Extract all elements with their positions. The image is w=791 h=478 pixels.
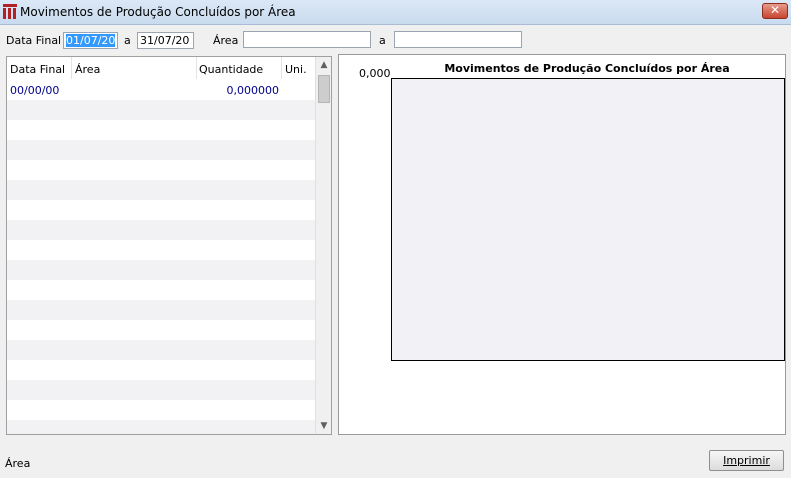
close-icon: ✕ <box>769 3 781 17</box>
table-row[interactable]: 00/00/00 0,000000 <box>7 80 315 100</box>
date-to-input[interactable]: 31/07/20 <box>137 32 194 49</box>
column-divider <box>281 57 282 79</box>
chart-title: Movimentos de Produção Concluídos por Ár… <box>444 62 730 75</box>
column-header-data-final[interactable]: Data Final <box>10 63 65 76</box>
close-button[interactable]: ✕ <box>762 3 788 19</box>
column-header-area[interactable]: Área <box>75 63 100 76</box>
table-row-empty <box>7 360 315 380</box>
table-row-empty <box>7 160 315 180</box>
table-row-empty <box>7 340 315 360</box>
table-row-empty <box>7 300 315 320</box>
grid-vertical-scrollbar[interactable]: ▲ ▼ <box>315 57 331 434</box>
scroll-thumb[interactable] <box>318 75 330 103</box>
date-from-value: 01/07/20 <box>66 34 116 47</box>
table-row-empty <box>7 140 315 160</box>
column-divider <box>196 57 197 79</box>
chart-y-tick-label: 0,000 <box>359 67 391 80</box>
title-bar: Movimentos de Produção Concluídos por Ár… <box>0 0 791 25</box>
table-row-empty <box>7 240 315 260</box>
chart-plot-area <box>391 78 785 361</box>
results-grid[interactable]: Data Final Área Quantidade Uni. 00/00/00… <box>6 56 332 435</box>
print-button[interactable]: Imprimir <box>709 450 784 471</box>
column-divider <box>71 57 72 79</box>
area-range-separator: a <box>379 34 386 47</box>
table-row-empty <box>7 260 315 280</box>
area-from-input[interactable] <box>243 31 371 48</box>
date-from-input[interactable]: 01/07/20 <box>63 32 118 49</box>
grid-header: Data Final Área Quantidade Uni. <box>7 57 315 79</box>
table-row-empty <box>7 220 315 240</box>
table-row-empty <box>7 100 315 120</box>
area-to-input[interactable] <box>394 31 522 48</box>
table-row-empty <box>7 320 315 340</box>
scroll-up-icon[interactable]: ▲ <box>316 57 331 73</box>
table-row-empty <box>7 120 315 140</box>
table-row-empty <box>7 420 315 434</box>
date-final-label: Data Final <box>6 34 62 47</box>
table-row-empty <box>7 280 315 300</box>
area-label: Área <box>213 34 239 47</box>
table-row-empty <box>7 400 315 420</box>
cell-quantidade: 0,000000 <box>226 84 280 97</box>
table-row-empty <box>7 200 315 220</box>
date-to-value: 31/07/20 <box>140 34 190 47</box>
column-header-uni[interactable]: Uni. <box>285 63 307 76</box>
table-row-empty <box>7 180 315 200</box>
chart-panel: Movimentos de Produção Concluídos por Ár… <box>338 54 786 435</box>
print-button-label: Imprimir <box>723 454 770 467</box>
table-row-empty <box>7 380 315 400</box>
cell-data-final: 00/00/00 <box>10 84 60 97</box>
status-area-label: Área <box>5 457 31 470</box>
column-header-quantidade[interactable]: Quantidade <box>199 63 263 76</box>
window-title: Movimentos de Produção Concluídos por Ár… <box>20 5 296 19</box>
app-icon <box>3 4 17 19</box>
date-range-separator: a <box>124 34 131 47</box>
scroll-down-icon[interactable]: ▼ <box>316 418 331 434</box>
